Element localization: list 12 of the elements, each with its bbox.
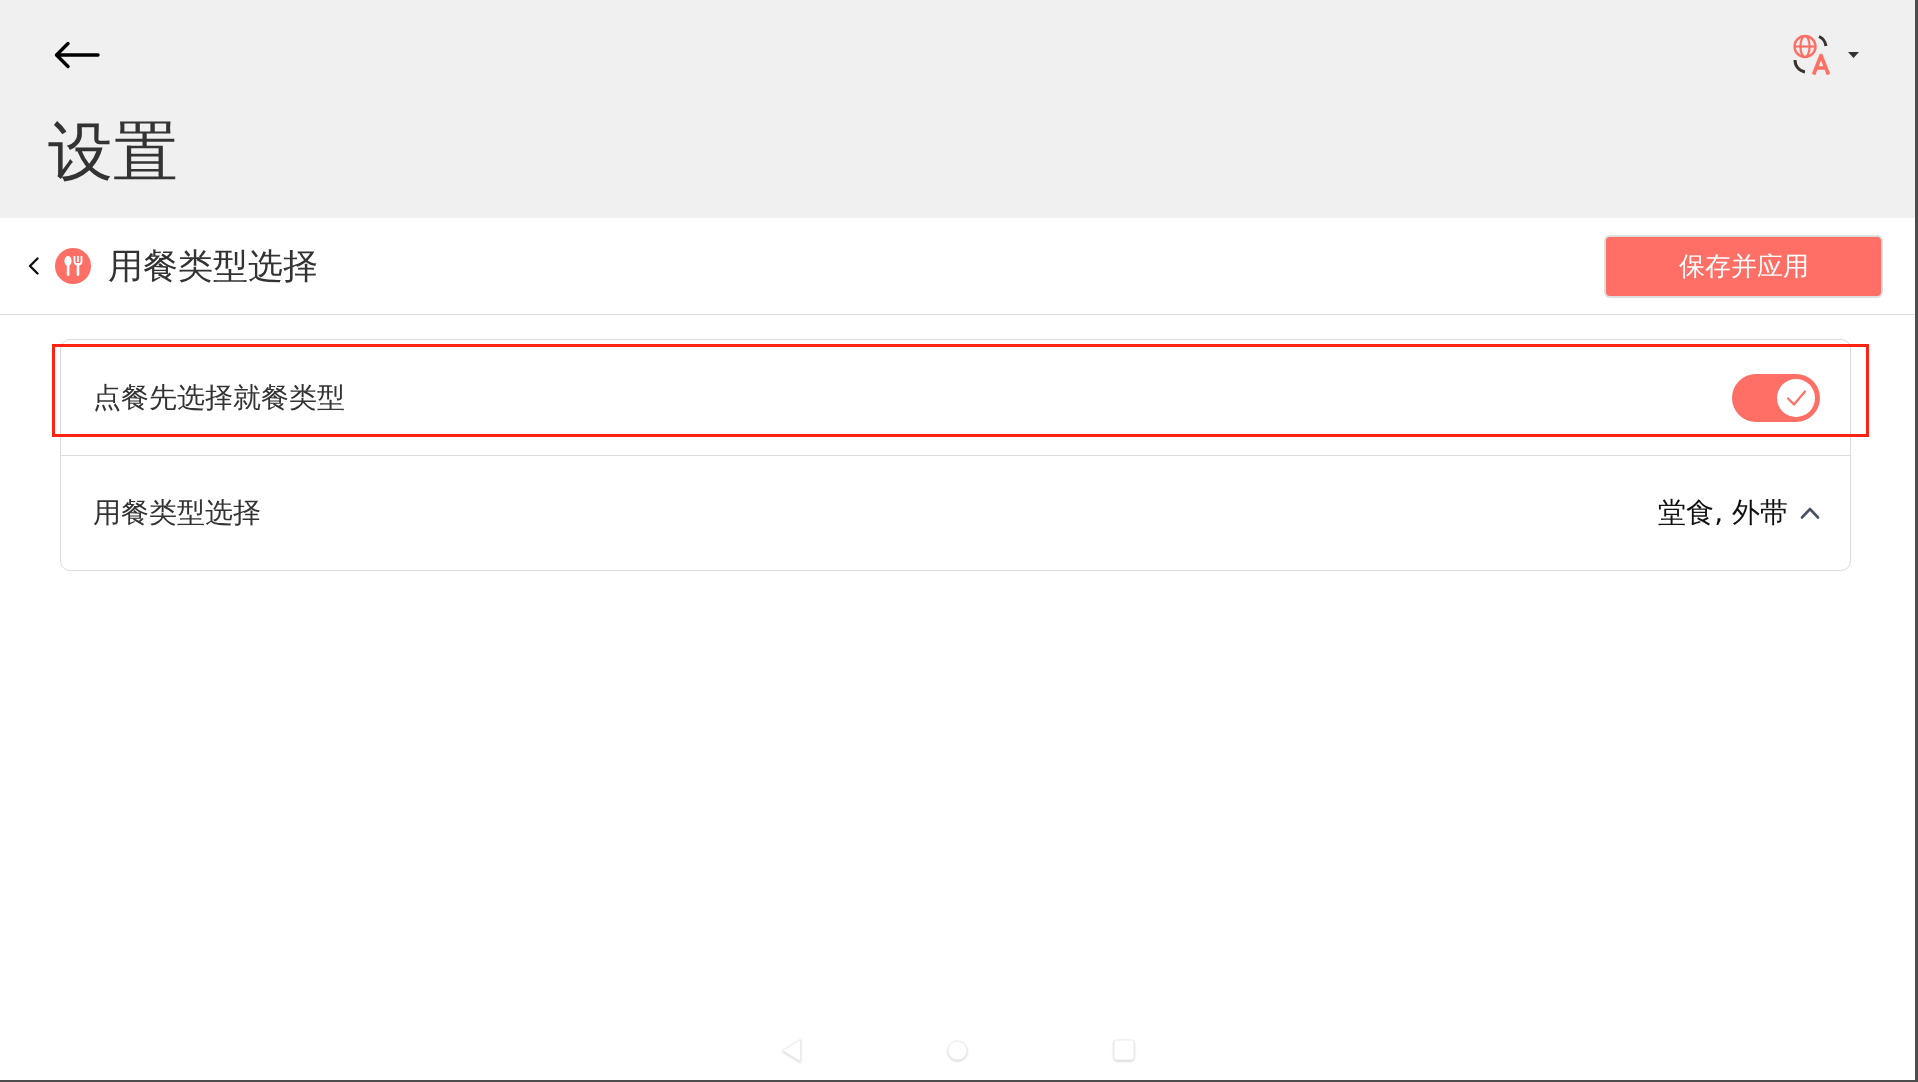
section-title: 用餐类型选择 [108,245,318,287]
back-chevron-icon[interactable] [28,257,39,275]
setting-label: 用餐类型选择 [93,495,261,531]
setting-label: 点餐先选择就餐类型 [93,379,345,416]
toggle-switch[interactable] [1732,373,1820,422]
page-title: 设置 [48,119,178,184]
caret-down-icon [1848,52,1859,58]
back-arrow-icon[interactable] [54,41,100,69]
dropdown-select[interactable]: 堂食, 外带 [1658,494,1820,532]
check-icon [1777,378,1815,417]
spoon-fork-icon [55,248,91,284]
language-selector[interactable] [1792,34,1859,76]
